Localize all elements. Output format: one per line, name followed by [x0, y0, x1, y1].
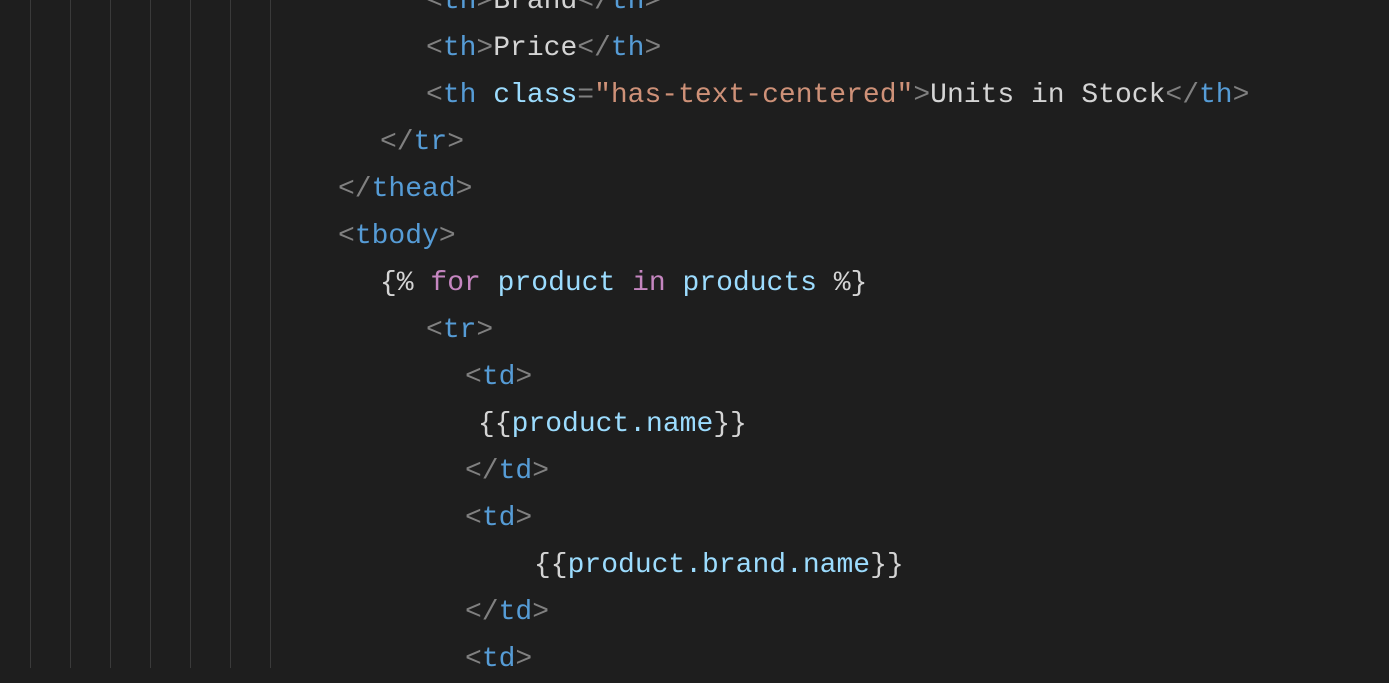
token-tag: tr [414, 119, 448, 166]
indent-guide [70, 0, 71, 668]
token-keyword: in [632, 260, 666, 307]
token-tag: td [482, 636, 516, 683]
token-bracket: = [577, 72, 594, 119]
token-text [476, 72, 493, 119]
code-line[interactable]: </td> [0, 448, 1249, 495]
token-text: Price [493, 25, 577, 72]
token-bracket: > [476, 0, 493, 25]
token-bracket: < [465, 354, 482, 401]
token-tag: tr [443, 307, 477, 354]
indent-guide [270, 0, 271, 668]
token-ident: product [498, 260, 616, 307]
token-template-delim: {{ [478, 401, 512, 448]
token-tag: th [611, 0, 645, 25]
code-line[interactable]: <th class="has-text-centered">Units in S… [0, 72, 1249, 119]
indent-guide [230, 0, 231, 668]
token-attr-val: "has-text-centered" [594, 72, 913, 119]
code-line[interactable]: <td> [0, 636, 1249, 683]
token-template-delim: {% [380, 260, 430, 307]
code-line[interactable]: {% for product in products %} [0, 260, 1249, 307]
token-bracket: < [426, 25, 443, 72]
token-template-delim: %} [817, 260, 867, 307]
token-template-delim: }} [870, 542, 904, 589]
indent-guide [30, 0, 31, 668]
token-tag: td [499, 589, 533, 636]
token-bracket: > [456, 166, 473, 213]
token-text: Brand [493, 0, 577, 25]
token-bracket: > [439, 213, 456, 260]
code-line[interactable]: </tr> [0, 119, 1249, 166]
token-bracket: </ [577, 0, 611, 25]
code-line[interactable]: </thead> [0, 166, 1249, 213]
token-bracket: > [532, 448, 549, 495]
token-bracket: > [515, 495, 532, 542]
code-area[interactable]: <th>Brand</th><th>Price</th><th class="h… [0, 0, 1249, 668]
code-line[interactable]: <tr> [0, 307, 1249, 354]
token-ident: product.brand.name [568, 542, 870, 589]
token-bracket: > [515, 636, 532, 683]
token-tag: td [482, 354, 516, 401]
indent-guide [190, 0, 191, 668]
token-tag: td [499, 448, 533, 495]
token-bracket: > [644, 0, 661, 25]
token-tag: th [1199, 72, 1233, 119]
indent-guide [110, 0, 111, 668]
token-bracket: </ [465, 448, 499, 495]
code-line[interactable]: <tbody> [0, 213, 1249, 260]
token-text [666, 260, 683, 307]
token-tag: th [443, 25, 477, 72]
token-tag: thead [372, 166, 456, 213]
token-attr-name: class [493, 72, 577, 119]
token-template-delim: }} [713, 401, 747, 448]
token-bracket: > [515, 354, 532, 401]
token-bracket: > [447, 119, 464, 166]
token-bracket: < [426, 0, 443, 25]
token-tag: tbody [355, 213, 439, 260]
token-ident: product.name [512, 401, 714, 448]
token-bracket: < [426, 72, 443, 119]
code-line[interactable]: <td> [0, 354, 1249, 401]
token-bracket: > [532, 589, 549, 636]
code-editor[interactable]: <th>Brand</th><th>Price</th><th class="h… [0, 0, 1389, 668]
token-bracket: < [465, 636, 482, 683]
token-bracket: < [426, 307, 443, 354]
token-text [481, 260, 498, 307]
token-bracket: > [1233, 72, 1250, 119]
token-bracket: < [465, 495, 482, 542]
code-line[interactable]: {{product.name}} [0, 401, 1249, 448]
token-bracket: > [913, 72, 930, 119]
token-tag: th [443, 0, 477, 25]
token-bracket: </ [1165, 72, 1199, 119]
token-tag: th [443, 72, 477, 119]
token-bracket: > [476, 25, 493, 72]
token-bracket: </ [338, 166, 372, 213]
token-text [615, 260, 632, 307]
token-bracket: > [476, 307, 493, 354]
token-tag: th [611, 25, 645, 72]
indent-guide [150, 0, 151, 668]
token-bracket: </ [577, 25, 611, 72]
code-line[interactable]: <th>Brand</th> [0, 0, 1249, 25]
code-line[interactable]: <td> [0, 495, 1249, 542]
token-bracket: > [644, 25, 661, 72]
code-line[interactable]: </td> [0, 589, 1249, 636]
token-ident: products [683, 260, 817, 307]
token-tag: td [482, 495, 516, 542]
token-keyword: for [430, 260, 480, 307]
token-template-delim: {{ [534, 542, 568, 589]
code-line[interactable]: <th>Price</th> [0, 25, 1249, 72]
token-bracket: </ [465, 589, 499, 636]
token-bracket: < [338, 213, 355, 260]
code-line[interactable]: {{product.brand.name}} [0, 542, 1249, 589]
token-bracket: </ [380, 119, 414, 166]
token-text: Units in Stock [930, 72, 1165, 119]
